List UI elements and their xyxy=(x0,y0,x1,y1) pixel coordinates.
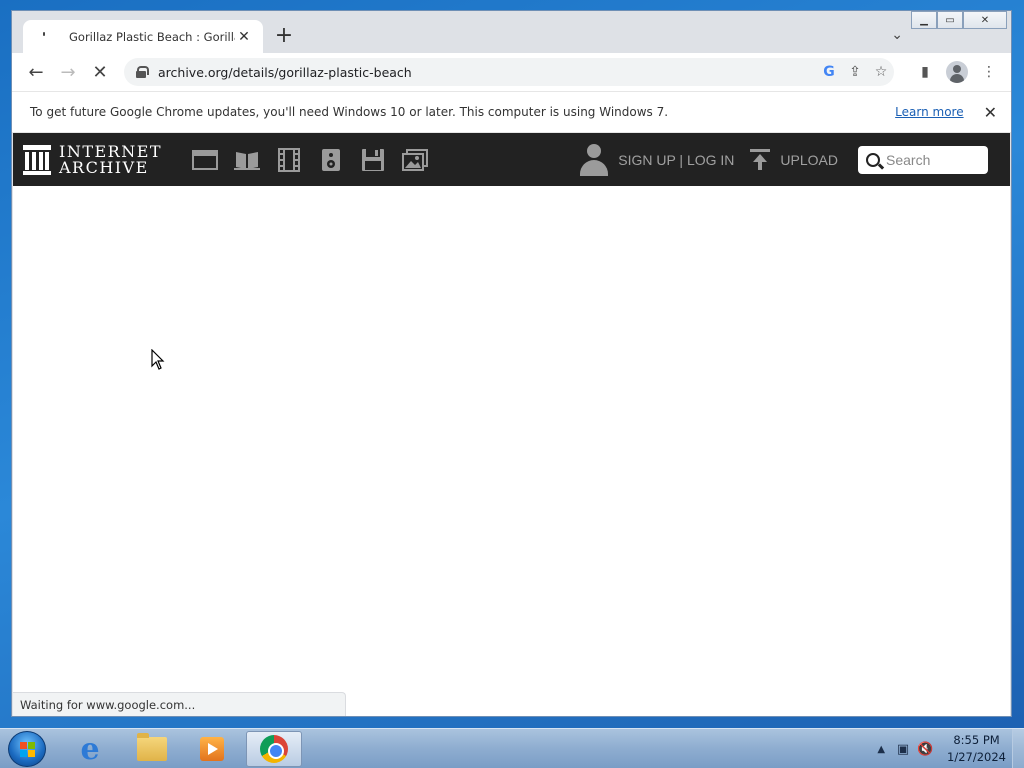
network-icon[interactable]: ▣ xyxy=(895,741,911,757)
taskbar-media-player[interactable] xyxy=(184,731,240,767)
tab-strip: Gorillaz Plastic Beach : Gorillaz : F ✕ … xyxy=(12,11,1011,53)
forward-arrow-icon[interactable]: → xyxy=(52,56,84,88)
taskbar-internet-explorer[interactable]: e xyxy=(62,731,118,767)
internet-explorer-icon: e xyxy=(80,731,100,767)
internet-archive-logo[interactable]: INTERNET ARCHIVE xyxy=(23,143,162,177)
tab-gorillaz[interactable]: Gorillaz Plastic Beach : Gorillaz : F ✕ xyxy=(23,20,263,53)
clock-date: 1/27/2024 xyxy=(947,750,1006,764)
tab-close-icon[interactable]: ✕ xyxy=(235,29,253,45)
infobar-close-icon[interactable]: ✕ xyxy=(984,103,997,122)
account-nav: SIGN UP | LOG IN UPLOAD xyxy=(580,133,988,186)
infobar-message: To get future Google Chrome updates, you… xyxy=(30,105,669,119)
taskbar-file-explorer[interactable] xyxy=(124,731,180,767)
archive-building-icon xyxy=(23,144,51,175)
avatar-icon xyxy=(946,61,968,83)
learn-more-link[interactable]: Learn more xyxy=(895,105,963,119)
profile-button[interactable] xyxy=(941,58,973,86)
search-icon[interactable] xyxy=(866,152,880,167)
menu-kebab-icon[interactable]: ⋮ xyxy=(973,58,1005,86)
windows-taskbar: e ▲ ▣ 🔇 8:55 PM 1/27/2024 xyxy=(0,728,1024,768)
images-icon[interactable] xyxy=(394,145,436,175)
texts-icon[interactable] xyxy=(226,145,268,175)
logo-line-archive: ARCHIVE xyxy=(59,157,149,177)
search-input[interactable] xyxy=(886,151,976,168)
media-player-icon xyxy=(200,737,224,761)
logo-text: INTERNET ARCHIVE xyxy=(59,143,162,177)
clock[interactable]: 8:55 PM 1/27/2024 xyxy=(947,732,1006,766)
window-caption-buttons: ▁ ▭ ✕ xyxy=(911,11,1007,29)
signup-login-link[interactable]: SIGN UP | LOG IN xyxy=(618,152,734,168)
update-infobar: To get future Google Chrome updates, you… xyxy=(12,91,1011,133)
user-icon[interactable] xyxy=(580,143,609,176)
show-desktop-button[interactable] xyxy=(1012,729,1024,768)
stop-loading-icon[interactable]: ✕ xyxy=(84,56,116,88)
share-icon[interactable]: ⇪ xyxy=(842,61,868,83)
window-close-button[interactable]: ✕ xyxy=(963,11,1007,29)
upload-icon[interactable] xyxy=(750,148,771,171)
software-icon[interactable] xyxy=(352,145,394,175)
toolbar-right: ▮ ⋮ xyxy=(909,58,1005,86)
volume-muted-icon[interactable]: 🔇 xyxy=(917,741,933,757)
search-box[interactable] xyxy=(858,145,988,174)
back-arrow-icon[interactable]: ← xyxy=(20,56,52,88)
system-tray: ▲ ▣ 🔇 8:55 PM 1/27/2024 xyxy=(877,729,1006,768)
address-bar[interactable]: archive.org/details/gorillaz-plastic-bea… xyxy=(124,58,894,86)
show-hidden-icons-arrow-icon[interactable]: ▲ xyxy=(877,744,885,755)
bookmark-star-icon[interactable]: ☆ xyxy=(868,61,894,83)
upload-link[interactable]: UPLOAD xyxy=(780,152,838,168)
status-bubble: Waiting for www.google.com... xyxy=(13,692,346,716)
google-lens-icon[interactable]: G xyxy=(816,61,842,83)
start-button[interactable] xyxy=(8,731,46,767)
internet-archive-header: INTERNET ARCHIVE SIGN UP | LOG IN UPLOAD… xyxy=(13,133,1010,186)
media-type-nav xyxy=(184,145,436,175)
loading-spinner-icon xyxy=(37,29,53,45)
minimize-button[interactable]: ▁ xyxy=(911,11,937,29)
web-icon[interactable] xyxy=(184,145,226,175)
url-text[interactable]: archive.org/details/gorillaz-plastic-bea… xyxy=(158,65,816,80)
new-tab-button[interactable]: + xyxy=(272,25,296,49)
page-content: Waiting for www.google.com... xyxy=(13,186,1010,716)
tab-search-chevron-icon[interactable]: ⌄ xyxy=(891,27,903,43)
side-panel-icon[interactable]: ▮ xyxy=(909,58,941,86)
audio-icon[interactable] xyxy=(310,145,352,175)
folder-icon xyxy=(137,733,167,761)
chrome-icon xyxy=(260,735,288,763)
browser-toolbar: ← → ✕ archive.org/details/gorillaz-plast… xyxy=(12,53,1011,91)
restore-button[interactable]: ▭ xyxy=(937,11,963,29)
lock-icon[interactable] xyxy=(136,66,149,78)
windows-logo-icon xyxy=(20,742,36,758)
taskbar-chrome[interactable] xyxy=(246,731,302,767)
tab-title: Gorillaz Plastic Beach : Gorillaz : F xyxy=(69,29,235,44)
video-icon[interactable] xyxy=(268,145,310,175)
clock-time: 8:55 PM xyxy=(953,733,1000,747)
